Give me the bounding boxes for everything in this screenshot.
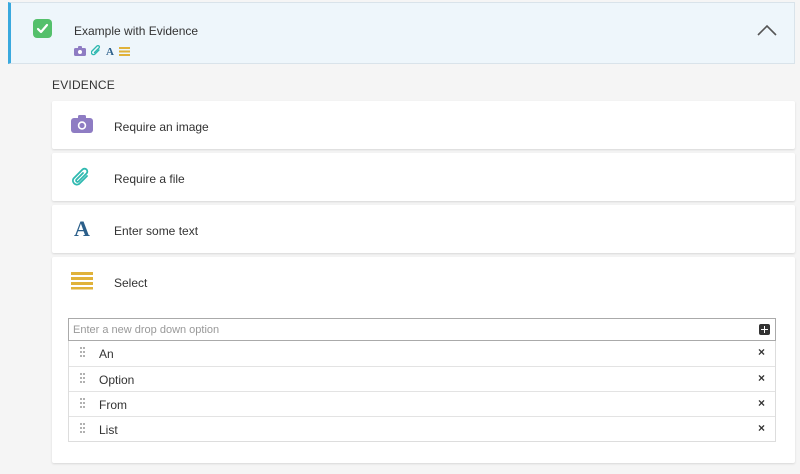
evidence-option-file[interactable]: Require a file [52, 153, 795, 201]
dropdown-option-text: List [99, 423, 118, 437]
dropdown-options-list: An × Option × From × List × [68, 341, 776, 442]
drag-handle-icon[interactable] [80, 423, 85, 435]
new-dropdown-option-input[interactable] [68, 318, 776, 341]
remove-option-icon[interactable]: × [758, 421, 765, 435]
camera-icon [70, 114, 94, 136]
list-icon [118, 43, 130, 61]
list-icon [70, 270, 94, 292]
dropdown-option-row: From × [69, 391, 775, 416]
text-a-icon: A [74, 216, 90, 241]
dropdown-option-row: An × [69, 341, 775, 366]
dropdown-option-row: Option × [69, 366, 775, 391]
remove-option-icon[interactable]: × [758, 345, 765, 359]
checkmark-icon [36, 23, 49, 34]
dropdown-option-text: An [99, 347, 114, 361]
camera-icon [74, 43, 86, 61]
dropdown-option-row: List × [69, 416, 775, 441]
item-checkbox[interactable] [33, 19, 52, 38]
evidence-option-text[interactable]: A Enter some text [52, 205, 795, 253]
paperclip-icon [90, 43, 101, 61]
drag-handle-icon[interactable] [80, 398, 85, 410]
evidence-option-select[interactable]: Select An × Option × From × List × [52, 257, 795, 463]
evidence-option-image[interactable]: Require an image [52, 101, 795, 149]
dropdown-option-text: From [99, 398, 127, 412]
item-title: Example with Evidence [74, 24, 199, 38]
evidence-option-label: Enter some text [114, 224, 199, 238]
add-option-icon[interactable] [759, 324, 770, 335]
dropdown-option-text: Option [99, 373, 135, 387]
paperclip-icon [70, 166, 94, 188]
remove-option-icon[interactable]: × [758, 371, 765, 385]
evidence-type-icons: A [74, 43, 130, 61]
evidence-option-label: Select [114, 276, 148, 290]
evidence-section-label: EVIDENCE [52, 78, 115, 92]
evidence-option-label: Require an image [114, 120, 209, 134]
checklist-item-header[interactable]: Example with Evidence A [8, 2, 795, 64]
drag-handle-icon[interactable] [80, 347, 85, 359]
drag-handle-icon[interactable] [80, 373, 85, 385]
text-a-icon: A [106, 45, 114, 58]
chevron-up-icon[interactable] [756, 23, 778, 37]
evidence-option-label: Require a file [114, 172, 185, 186]
remove-option-icon[interactable]: × [758, 396, 765, 410]
